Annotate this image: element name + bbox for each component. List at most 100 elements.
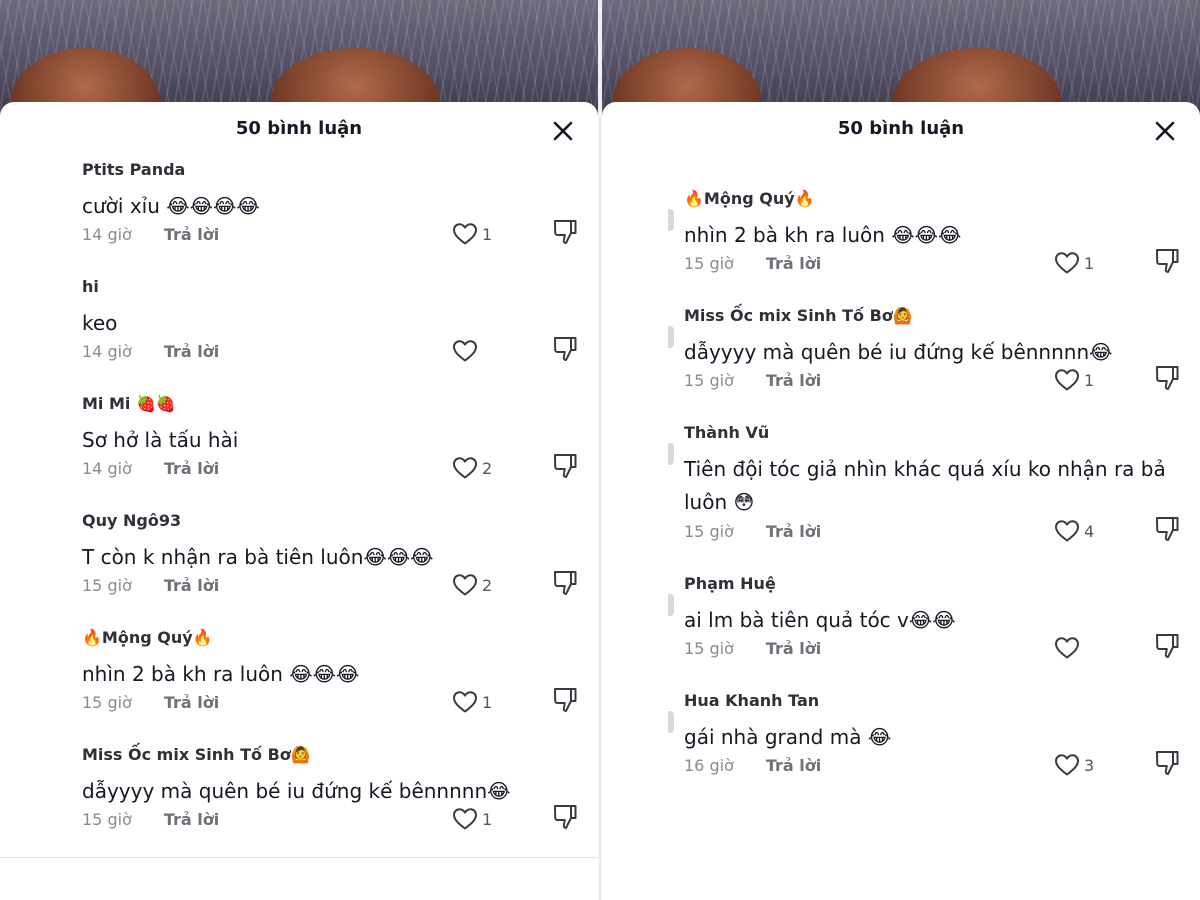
comment-author[interactable]: Thành Vũ <box>684 423 769 442</box>
like-button[interactable]: 3 <box>1054 751 1114 781</box>
comment-text: dẫyyyy mà quên bé iu đứng kế bênnnnn😂 <box>82 779 511 803</box>
thumbs-down-icon <box>1156 249 1179 273</box>
dislike-button[interactable] <box>1154 632 1182 662</box>
comment-author[interactable]: Ptits Panda <box>82 160 185 179</box>
like-button[interactable]: 2 <box>452 571 512 601</box>
comment-meta: 14 giờ Trả lời <box>82 225 219 244</box>
comment-author[interactable]: Miss Ốc mix Sinh Tố Bơ🙆 <box>82 745 311 764</box>
thumbs-down-icon <box>554 337 577 361</box>
comment-author[interactable]: Miss Ốc mix Sinh Tố Bơ🙆 <box>684 306 913 325</box>
comment-item[interactable]: Miss Ốc mix Sinh Tố Bơ🙆 dẫyyyy mà quên bé… <box>82 745 598 857</box>
like-button[interactable]: 1 <box>452 220 512 250</box>
reply-button[interactable]: Trả lời <box>164 693 219 712</box>
avatar[interactable] <box>668 443 674 465</box>
avatar[interactable] <box>668 326 674 348</box>
dislike-button[interactable] <box>1154 515 1182 545</box>
comment-item[interactable]: Miss Ốc mix Sinh Tố Bơ🙆 dẫyyyy mà quên bé… <box>668 306 1200 418</box>
like-count: 2 <box>482 576 493 595</box>
comment-author[interactable]: Quy Ngô93 <box>82 511 181 530</box>
avatar[interactable] <box>668 711 674 733</box>
comment-author[interactable]: hi <box>82 277 99 296</box>
thumbs-down-icon <box>554 220 577 244</box>
like-button[interactable]: 1 <box>1054 249 1114 279</box>
like-button[interactable] <box>1054 634 1114 664</box>
like-button[interactable]: 4 <box>1054 517 1114 547</box>
comment-item[interactable]: Mi Mi 🍓🍓 Sơ hở là tấu hài 14 giờ Trả lời 2 <box>82 394 598 506</box>
heart-outline-icon <box>1055 369 1079 391</box>
dislike-button[interactable] <box>1154 749 1182 779</box>
comment-text: nhìn 2 bà kh ra luôn 😂😂😂 <box>82 662 360 686</box>
like-count: 1 <box>1084 371 1095 390</box>
dislike-button[interactable] <box>552 218 580 248</box>
like-button[interactable] <box>452 337 512 367</box>
reply-button[interactable]: Trả lời <box>766 254 821 273</box>
reply-button[interactable]: Trả lời <box>164 342 219 361</box>
like-button[interactable]: 1 <box>452 805 512 835</box>
dislike-button[interactable] <box>552 452 580 482</box>
like-count: 1 <box>482 693 493 712</box>
thumbs-down-icon <box>1156 517 1179 541</box>
comment-time: 15 giờ <box>82 576 132 595</box>
thumbs-down-icon <box>1156 751 1179 775</box>
reply-button[interactable]: Trả lời <box>164 810 219 829</box>
reply-button[interactable]: Trả lời <box>164 576 219 595</box>
comment-meta: 15 giờ Trả lời <box>684 522 821 541</box>
avatar[interactable] <box>668 594 674 616</box>
comment-meta: 14 giờ Trả lời <box>82 342 219 361</box>
comment-time: 14 giờ <box>82 459 132 478</box>
comment-time: 15 giờ <box>82 693 132 712</box>
dislike-button[interactable] <box>552 335 580 365</box>
comment-author[interactable]: 🔥Mộng Quý🔥 <box>684 189 815 208</box>
comment-item[interactable]: Hua Khanh Tan gái nhà grand mà 😂 16 giờ Trả… <box>668 691 1200 803</box>
comments-panel-left: 50 bình luận Ptits Panda cười xỉu 😂😂😂😂 14 … <box>0 0 598 900</box>
comment-item[interactable]: 🔥Mộng Quý🔥 nhìn 2 bà kh ra luôn 😂😂😂 15 giờ… <box>82 628 598 740</box>
like-count: 4 <box>1084 522 1095 541</box>
comment-item[interactable]: 🔥Mộng Quý🔥 nhìn 2 bà kh ra luôn 😂😂😂 15 giờ… <box>668 189 1200 301</box>
dislike-button[interactable] <box>552 686 580 716</box>
comments-sheet: 50 bình luận Ptits Panda cười xỉu 😂😂😂😂 14 … <box>0 102 598 900</box>
comments-count-title: 50 bình luận <box>837 118 965 139</box>
close-icon[interactable] <box>550 118 576 144</box>
heart-outline-icon <box>1055 754 1079 776</box>
comment-text: Tiên đội tóc giả nhìn khác quá xíu ko nh… <box>684 457 1166 514</box>
comment-author[interactable]: Hua Khanh Tan <box>684 691 819 710</box>
dislike-button[interactable] <box>552 569 580 599</box>
dislike-button[interactable] <box>1154 364 1182 394</box>
reply-button[interactable]: Trả lời <box>766 756 821 775</box>
comment-author[interactable]: 🔥Mộng Quý🔥 <box>82 628 213 647</box>
like-button[interactable]: 1 <box>452 688 512 718</box>
avatar[interactable] <box>668 209 674 231</box>
comment-author[interactable]: Phạm Huệ <box>684 574 776 593</box>
comment-text: T còn k nhận ra bà tiên luôn😂😂😂 <box>82 545 434 569</box>
reply-button[interactable]: Trả lời <box>164 225 219 244</box>
dislike-button[interactable] <box>552 803 580 833</box>
comment-time: 16 giờ <box>684 756 734 775</box>
comment-item[interactable]: Ptits Panda cười xỉu 😂😂😂😂 14 giờ Trả lời 1 <box>82 160 598 272</box>
dislike-button[interactable] <box>1154 247 1182 277</box>
heart-outline-icon <box>1055 252 1079 274</box>
like-button[interactable]: 1 <box>1054 366 1114 396</box>
comment-item[interactable]: Phạm Huệ ai lm bà tiên quả tóc v😂😂 15 giờ T… <box>668 574 1200 686</box>
comment-item[interactable]: Quy Ngô93 T còn k nhận ra bà tiên luôn😂😂😂… <box>82 511 598 623</box>
comment-author[interactable]: Mi Mi 🍓🍓 <box>82 394 176 413</box>
heart-outline-icon <box>453 691 477 713</box>
comment-time: 14 giờ <box>82 225 132 244</box>
comment-meta: 15 giờ Trả lời <box>684 639 821 658</box>
like-button[interactable]: 2 <box>452 454 512 484</box>
comment-meta: 15 giờ Trả lời <box>82 693 219 712</box>
comment-meta: 15 giờ Trả lời <box>684 254 821 273</box>
comment-time: 15 giờ <box>684 639 734 658</box>
reply-button[interactable]: Trả lời <box>766 371 821 390</box>
reply-button[interactable]: Trả lời <box>766 522 821 541</box>
comment-item[interactable]: Thành Vũ Tiên đội tóc giả nhìn khác quá x… <box>668 423 1200 542</box>
thumbs-down-icon <box>1156 366 1179 390</box>
comment-time: 15 giờ <box>684 371 734 390</box>
like-count: 1 <box>1084 254 1095 273</box>
comment-time: 15 giờ <box>684 254 734 273</box>
comment-meta: 15 giờ Trả lời <box>684 371 821 390</box>
heart-outline-icon <box>453 457 477 479</box>
close-icon[interactable] <box>1152 118 1178 144</box>
comment-item[interactable]: hi keo 14 giờ Trả lời <box>82 277 598 389</box>
reply-button[interactable]: Trả lời <box>164 459 219 478</box>
reply-button[interactable]: Trả lời <box>766 639 821 658</box>
